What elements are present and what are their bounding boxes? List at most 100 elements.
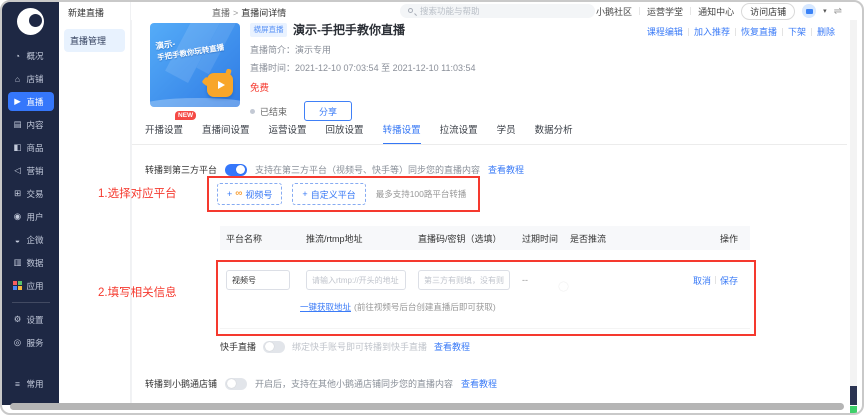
new-live-button[interactable]: 新建直播	[68, 6, 130, 19]
sidebar-label: 交易	[27, 188, 44, 200]
col-stream-key: 直播码/密钥（选填）	[412, 232, 516, 245]
delete-link[interactable]: 删除	[817, 25, 835, 38]
tab-operation-settings[interactable]: 运营设置	[269, 122, 307, 145]
tab-start-settings[interactable]: 开播设置	[145, 122, 183, 145]
breadcrumb-root[interactable]: 直播	[212, 8, 230, 18]
add-recommend-link[interactable]: 加入推荐	[694, 25, 730, 38]
kuaishou-row: 快手直播 绑定快手账号即可转播到快手直播 查看教程	[220, 340, 470, 353]
xiaoe-shop-desc: 开启后，支持在其他小鹅通店铺同步您的直播内容	[255, 377, 453, 390]
third-party-row: 转播到第三方平台 支持在第三方平台（视频号、快手等）同步您的直播内容 查看教程	[145, 163, 524, 176]
sidebar-item-service[interactable]: ◎服务	[8, 333, 54, 352]
third-party-toggle[interactable]	[225, 164, 247, 176]
play-mascot-icon	[207, 73, 233, 97]
add-wechat-channel-button[interactable]: + ∞ 视频号	[217, 183, 282, 205]
shop-icon: ⌂	[13, 74, 23, 84]
restore-live-link[interactable]: 恢复直播	[741, 25, 777, 38]
take-down-link[interactable]: 下架	[788, 25, 806, 38]
live-info: 横屏直播 演示-手把手教你直播 直播简介：演示专用 直播时间：2021-12-1…	[250, 21, 475, 121]
save-button[interactable]: 保存	[720, 274, 738, 287]
sidebar-item-settings[interactable]: ⚙设置	[8, 310, 54, 329]
kuaishou-toggle[interactable]	[263, 341, 285, 353]
breadcrumb: 直播>直播间详情	[212, 6, 286, 19]
edit-course-link[interactable]: 课程编辑	[647, 25, 683, 38]
app-window: ◔概况 ⌂店铺 ▶直播 ▤内容 ◧商品 ◁营销 ⊞交易 ◉用户 ◒企微 ▥数据 …	[0, 0, 864, 415]
rtmp-address-input[interactable]	[306, 270, 406, 290]
community-link[interactable]: 小鹅社区	[596, 5, 632, 18]
chevron-down-icon[interactable]: ▾	[823, 7, 827, 15]
search-input[interactable]: 搜索功能与帮助	[400, 4, 595, 18]
sidebar-item-overview[interactable]: ◔概况	[8, 46, 54, 65]
cancel-button[interactable]: 取消	[693, 274, 711, 287]
sidebar-divider	[12, 302, 50, 303]
sidebar-item-frequent[interactable]: ≡常用	[8, 374, 54, 393]
platform-select-highlight-box: + ∞ 视频号 + 自定义平台 最多支持100路平台转播	[207, 176, 480, 212]
tab-room-settings[interactable]: 直播间设置	[202, 122, 250, 145]
sidebar-label: 营销	[27, 165, 44, 177]
get-address-link[interactable]: 一键获取地址	[300, 301, 351, 313]
xiaoe-shop-toggle[interactable]	[225, 378, 247, 390]
content-icon: ▤	[13, 119, 23, 130]
users-icon: ◉	[13, 211, 23, 222]
col-platform-name: 平台名称	[220, 232, 300, 245]
platform-table-row: -- 取消 保存	[220, 270, 750, 290]
sidebar-item-wecom[interactable]: ◒企微	[8, 230, 54, 249]
share-button[interactable]: 分享	[304, 101, 352, 121]
platform-name-input[interactable]	[226, 270, 290, 290]
sidebar-item-marketing[interactable]: ◁营销	[8, 161, 54, 180]
sidebar-label: 应用	[27, 280, 44, 292]
third-party-tutorial-link[interactable]: 查看教程	[488, 163, 524, 176]
price-label: 免费	[250, 80, 475, 94]
vertical-scrollbar-thumb[interactable]	[850, 386, 857, 405]
goods-icon: ◧	[13, 142, 23, 153]
tab-data-analysis[interactable]: 数据分析	[535, 122, 573, 145]
xiaoe-shop-label: 转播到小鹅通店铺	[145, 377, 217, 390]
live-detail-panel: 课程编辑 加入推荐 恢复直播 下架 删除 演示- 手把手教你玩转直播 横屏直播 …	[132, 20, 847, 405]
sidebar-item-apps[interactable]: 应用	[8, 276, 54, 295]
sidebar-item-data[interactable]: ▥数据	[8, 253, 54, 272]
wecom-icon: ◒	[13, 235, 23, 245]
switch-account-icon[interactable]: ⇌	[834, 6, 842, 17]
xiaoe-shop-tutorial-link[interactable]: 查看教程	[461, 377, 497, 390]
sidebar-item-users[interactable]: ◉用户	[8, 207, 54, 226]
xiaoe-logo	[17, 8, 44, 35]
third-party-label: 转播到第三方平台	[145, 163, 217, 176]
store-switcher-icon[interactable]	[802, 4, 816, 18]
kuaishou-tutorial-link[interactable]: 查看教程	[434, 340, 470, 353]
sidebar-item-shop[interactable]: ⌂店铺	[8, 69, 54, 88]
academy-link[interactable]: 运营学堂	[647, 5, 683, 18]
search-icon	[407, 7, 416, 16]
platform-limit-hint: 最多支持100路平台转播	[376, 188, 467, 200]
col-operation: 操作	[659, 232, 750, 245]
breadcrumb-separator: >	[233, 8, 238, 18]
sidebar-label: 数据	[27, 257, 44, 269]
tabs-divider	[132, 144, 847, 145]
stream-key-input[interactable]	[418, 270, 510, 290]
live-title: 演示-手把手教你直播	[293, 21, 405, 38]
col-push-enabled: 是否推流	[564, 232, 659, 245]
live-play-icon: ▶	[13, 96, 23, 107]
tab-students[interactable]: 学员	[497, 122, 516, 145]
live-cover-image: 演示- 手把手教你玩转直播	[150, 23, 240, 107]
overview-icon: ◔	[13, 51, 23, 61]
sidebar-label: 设置	[27, 314, 44, 326]
visit-shop-button[interactable]: 访问店铺	[741, 3, 795, 20]
live-manage-item[interactable]: 直播管理	[64, 29, 125, 52]
vertical-scrollbar-track[interactable]	[850, 20, 857, 405]
notification-link[interactable]: 通知中心	[698, 5, 734, 18]
tab-pull-stream-settings[interactable]: 拉流设置	[440, 122, 478, 145]
sidebar-item-live[interactable]: ▶直播	[8, 92, 54, 111]
add-custom-platform-button[interactable]: + 自定义平台	[292, 183, 365, 205]
service-icon: ◎	[13, 337, 23, 348]
sidebar-item-trade[interactable]: ⊞交易	[8, 184, 54, 203]
sidebar-item-goods[interactable]: ◧商品	[8, 138, 54, 157]
sidebar-item-content[interactable]: ▤ 内容	[8, 115, 54, 134]
platform-table-header: 平台名称 推流/rtmp地址 直播码/密钥（选填） 过期时间 是否推流 操作	[220, 226, 750, 250]
status-text: 已结束	[260, 105, 287, 118]
divider	[690, 7, 691, 15]
horizontal-scrollbar-thumb[interactable]	[10, 403, 844, 410]
sidebar-label: 内容	[27, 119, 44, 131]
button-label: 自定义平台	[311, 188, 356, 201]
tab-rebroadcast-settings[interactable]: 转播设置	[383, 122, 421, 145]
search-placeholder: 搜索功能与帮助	[420, 5, 480, 17]
tab-replay-settings[interactable]: 回放设置	[326, 122, 364, 145]
